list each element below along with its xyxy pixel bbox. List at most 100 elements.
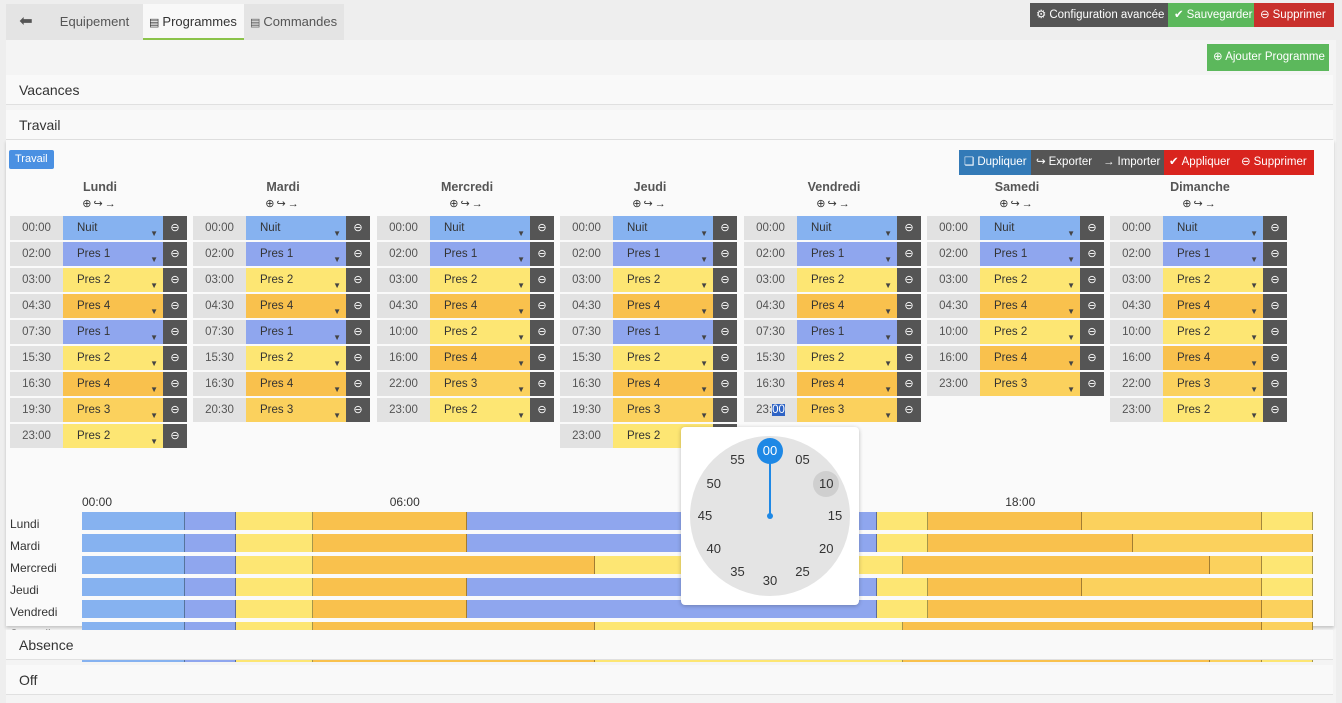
- time-input[interactable]: 00:00: [10, 216, 63, 240]
- mode-select[interactable]: Pres 1 ▼: [63, 320, 163, 344]
- timeline-segment[interactable]: [82, 534, 185, 552]
- section-off[interactable]: Off: [6, 665, 1333, 695]
- remove-slot-button[interactable]: ⊖: [530, 294, 554, 318]
- time-input[interactable]: 10:00: [927, 320, 980, 344]
- timeline-segment[interactable]: [877, 534, 929, 552]
- mode-select[interactable]: Pres 2▼: [613, 346, 713, 370]
- export-button[interactable]: ↪ Exporter: [1031, 150, 1098, 175]
- export-icon[interactable]: ↪: [1011, 198, 1022, 210]
- export-icon[interactable]: ↪: [94, 198, 105, 210]
- tab-equipement[interactable]: Equipement: [46, 4, 143, 40]
- duplicate-button[interactable]: ❏ Dupliquer: [959, 150, 1031, 175]
- remove-slot-button[interactable]: ⊖: [713, 372, 737, 396]
- time-input[interactable]: 10:00: [377, 320, 430, 344]
- mode-select[interactable]: Pres 2▼: [246, 268, 346, 292]
- timeline-segment[interactable]: [1261, 556, 1313, 574]
- time-input[interactable]: 03:00: [560, 268, 613, 292]
- timeline-segment[interactable]: [928, 600, 1262, 618]
- remove-slot-button[interactable]: ⊖: [530, 398, 554, 422]
- timeline-segment[interactable]: [235, 556, 313, 574]
- time-input[interactable]: 19:30: [10, 398, 63, 422]
- timeline-segment[interactable]: [1210, 556, 1262, 574]
- mode-select[interactable]: Pres 4 ▼: [980, 346, 1080, 370]
- mode-select[interactable]: Pres 1 ▼: [63, 242, 163, 266]
- timeline-segment[interactable]: [312, 556, 595, 574]
- mode-select[interactable]: Pres 2▼: [797, 346, 897, 370]
- export-icon[interactable]: ↪: [277, 198, 288, 210]
- remove-slot-button[interactable]: ⊖: [1263, 346, 1287, 370]
- mode-select[interactable]: Pres 1 ▼: [613, 320, 713, 344]
- timeline-segment[interactable]: [928, 578, 1083, 596]
- import-button[interactable]: → Importer: [1098, 150, 1164, 175]
- remove-slot-button[interactable]: ⊖: [1080, 216, 1104, 240]
- mode-select[interactable]: Pres 1 ▼: [797, 242, 897, 266]
- timeline-segment[interactable]: [235, 512, 313, 530]
- timeline-segment[interactable]: [928, 534, 1134, 552]
- mode-select[interactable]: Pres 4 ▼: [246, 294, 346, 318]
- remove-slot-button[interactable]: ⊖: [163, 268, 187, 292]
- plus-circle-icon[interactable]: ⊕: [999, 198, 1010, 210]
- mode-select[interactable]: Pres 4 ▼: [613, 372, 713, 396]
- clock-minute-35[interactable]: 35: [725, 559, 751, 585]
- mode-select[interactable]: Pres 4 ▼: [613, 294, 713, 318]
- timeline-segment[interactable]: [184, 556, 236, 574]
- time-input[interactable]: 07:30: [744, 320, 797, 344]
- mode-select[interactable]: Pres 2▼: [430, 398, 530, 422]
- timeline-segment[interactable]: [184, 534, 236, 552]
- mode-select[interactable]: Pres 1 ▼: [797, 320, 897, 344]
- time-input[interactable]: 16:30: [10, 372, 63, 396]
- timeline-segment[interactable]: [82, 512, 185, 530]
- time-input[interactable]: 02:00: [193, 242, 246, 266]
- remove-slot-button[interactable]: ⊖: [713, 294, 737, 318]
- remove-slot-button[interactable]: ⊖: [1263, 372, 1287, 396]
- remove-slot-button[interactable]: ⊖: [530, 216, 554, 240]
- mode-select[interactable]: Nuit ▼: [63, 216, 163, 240]
- mode-select[interactable]: Pres 2▼: [1163, 320, 1263, 344]
- mode-select[interactable]: Pres 1 ▼: [980, 242, 1080, 266]
- timeline-segment[interactable]: [1133, 534, 1313, 552]
- time-input[interactable]: 19:30: [560, 398, 613, 422]
- time-input[interactable]: 02:00: [10, 242, 63, 266]
- remove-slot-button[interactable]: ⊖: [897, 216, 921, 240]
- mode-select[interactable]: Pres 1 ▼: [246, 320, 346, 344]
- remove-slot-button[interactable]: ⊖: [163, 346, 187, 370]
- plus-circle-icon[interactable]: ⊕: [265, 198, 276, 210]
- remove-slot-button[interactable]: ⊖: [713, 268, 737, 292]
- timeline-segment[interactable]: [1082, 578, 1262, 596]
- remove-slot-button[interactable]: ⊖: [163, 242, 187, 266]
- mode-select[interactable]: Pres 1 ▼: [613, 242, 713, 266]
- remove-slot-button[interactable]: ⊖: [1080, 320, 1104, 344]
- plus-circle-icon[interactable]: ⊕: [1182, 198, 1193, 210]
- time-input[interactable]: 07:30: [10, 320, 63, 344]
- time-input[interactable]: 15:30: [193, 346, 246, 370]
- time-input[interactable]: 02:00: [744, 242, 797, 266]
- mode-select[interactable]: Pres 2▼: [63, 424, 163, 448]
- mode-select[interactable]: Pres 2▼: [63, 346, 163, 370]
- import-icon[interactable]: →: [105, 198, 118, 210]
- mode-select[interactable]: Pres 4 ▼: [63, 372, 163, 396]
- time-input[interactable]: 00:00: [377, 216, 430, 240]
- time-input[interactable]: 23:00: [927, 372, 980, 396]
- import-icon[interactable]: →: [288, 198, 301, 210]
- timeline-segment[interactable]: [235, 600, 313, 618]
- time-input[interactable]: 16:30: [560, 372, 613, 396]
- mode-select[interactable]: Nuit ▼: [1163, 216, 1263, 240]
- mode-select[interactable]: Nuit ▼: [980, 216, 1080, 240]
- delete-program-button[interactable]: ⊖ Supprimer: [1236, 150, 1314, 175]
- import-icon[interactable]: →: [472, 198, 485, 210]
- remove-slot-button[interactable]: ⊖: [163, 398, 187, 422]
- mode-select[interactable]: Nuit ▼: [613, 216, 713, 240]
- remove-slot-button[interactable]: ⊖: [1263, 398, 1287, 422]
- timeline-segment[interactable]: [877, 512, 929, 530]
- remove-slot-button[interactable]: ⊖: [530, 268, 554, 292]
- mode-select[interactable]: Pres 4 ▼: [797, 372, 897, 396]
- import-icon[interactable]: →: [655, 198, 668, 210]
- time-input[interactable]: 15:30: [10, 346, 63, 370]
- timeline-segment[interactable]: [877, 578, 929, 596]
- export-icon[interactable]: ↪: [1194, 198, 1205, 210]
- save-button[interactable]: ✔ Sauvegarder: [1168, 3, 1254, 27]
- time-input[interactable]: 04:30: [560, 294, 613, 318]
- remove-slot-button[interactable]: ⊖: [346, 242, 370, 266]
- remove-slot-button[interactable]: ⊖: [530, 242, 554, 266]
- mode-select[interactable]: Pres 4 ▼: [63, 294, 163, 318]
